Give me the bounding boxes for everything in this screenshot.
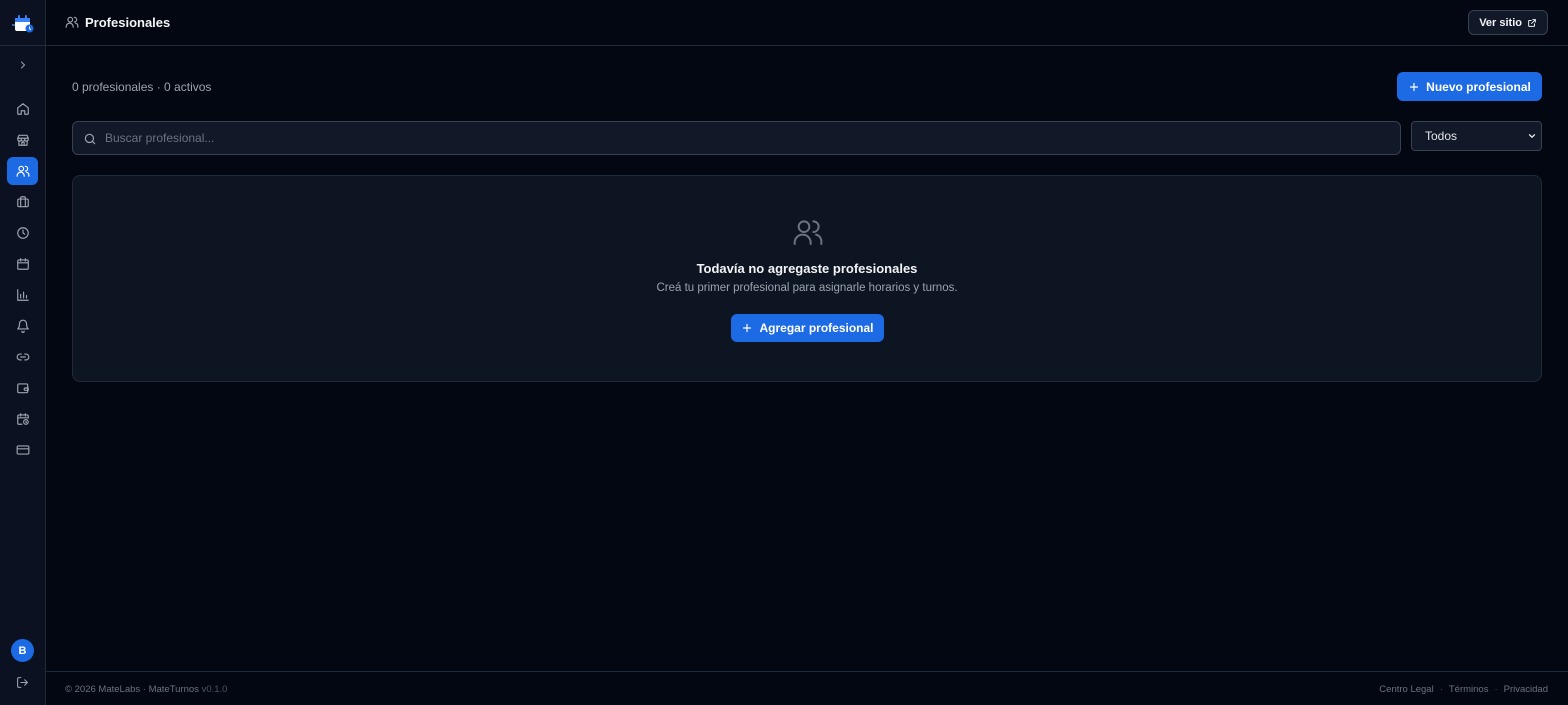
app: B Profesionales Ver sitio 0 profesionale… [0, 0, 1568, 705]
search-box [72, 121, 1401, 155]
calendar-icon [16, 258, 29, 270]
external-link-icon [1528, 18, 1536, 27]
footer: © 2026 MateLabs · MateTurnos v0.1.0 Cent… [46, 671, 1568, 705]
status-filter-value: Todos [1425, 129, 1458, 143]
sidebar: B [0, 0, 46, 705]
store-icon [16, 134, 29, 146]
clock-icon [16, 227, 29, 239]
sidebar-item-calendar-clock[interactable] [7, 405, 38, 433]
calendar-clock-icon [16, 413, 29, 425]
footer-link-terminos[interactable]: Términos [1449, 684, 1489, 695]
sidebar-item-home[interactable] [7, 95, 38, 123]
ver-sitio-label: Ver sitio [1479, 16, 1522, 29]
plus-icon [1410, 82, 1419, 91]
bar-chart-icon [16, 289, 29, 301]
ver-sitio-button[interactable]: Ver sitio [1468, 10, 1548, 35]
sidebar-item-services[interactable] [7, 188, 38, 216]
users-icon [792, 216, 824, 248]
search-icon [83, 132, 97, 146]
plus-icon [743, 323, 752, 333]
users-icon [16, 165, 29, 177]
logout-button[interactable] [14, 674, 31, 691]
credit-card-icon [16, 445, 29, 455]
home-icon [16, 103, 29, 115]
nuevo-profesional-button[interactable]: Nuevo profesional [1397, 72, 1542, 101]
logout-icon [17, 677, 28, 688]
status-filter-select[interactable]: Todos [1411, 121, 1542, 151]
agregar-profesional-label: Agregar profesional [759, 321, 874, 335]
empty-state-card: Todavía no agregaste profesionales Creá … [72, 175, 1542, 382]
nuevo-profesional-label: Nuevo profesional [1426, 79, 1531, 94]
sidebar-divider [0, 45, 45, 46]
users-icon [65, 15, 79, 29]
sidebar-item-billing[interactable] [7, 436, 38, 464]
avatar[interactable]: B [11, 639, 34, 662]
briefcase-icon [16, 196, 29, 208]
footer-separator: · [1439, 684, 1443, 695]
chevron-right-icon [21, 61, 26, 69]
empty-state-subtitle: Creá tu primer profesional para asignarl… [656, 282, 958, 294]
sidebar-item-schedule[interactable] [7, 219, 38, 247]
profesionales-count: 0 profesionales · 0 activos [72, 80, 212, 94]
wallet-icon [16, 383, 29, 394]
search-input[interactable] [105, 122, 1385, 154]
sidebar-item-reports[interactable] [7, 281, 38, 309]
version-text: v0.1.0 [201, 684, 228, 695]
footer-links: Centro Legal · Términos · Privacidad [1379, 684, 1548, 695]
empty-state-title: Todavía no agregaste profesionales [696, 261, 918, 276]
expand-sidebar-button[interactable] [13, 55, 33, 75]
sidebar-item-calendar[interactable] [7, 250, 38, 278]
logo-icon[interactable] [11, 11, 35, 35]
sidebar-item-store[interactable] [7, 126, 38, 154]
footer-link-privacidad[interactable]: Privacidad [1504, 684, 1548, 695]
link-icon [16, 353, 29, 361]
top-header: Profesionales Ver sitio [46, 0, 1568, 46]
page-title: Profesionales [85, 15, 171, 30]
footer-separator: · [1494, 684, 1498, 695]
copyright-text: © 2026 MateLabs · MateTurnos [65, 684, 199, 695]
chevron-down-icon [1528, 134, 1536, 138]
sidebar-item-profesionales[interactable] [7, 157, 38, 185]
agregar-profesional-button[interactable]: Agregar profesional [731, 314, 884, 342]
sidebar-item-links[interactable] [7, 343, 38, 371]
bell-icon [16, 319, 29, 333]
sidebar-item-notifications[interactable] [7, 312, 38, 340]
sidebar-item-wallet[interactable] [7, 374, 38, 402]
footer-copyright: © 2026 MateLabs · MateTurnos v0.1.0 [65, 684, 227, 695]
footer-link-centro-legal[interactable]: Centro Legal [1379, 684, 1433, 695]
